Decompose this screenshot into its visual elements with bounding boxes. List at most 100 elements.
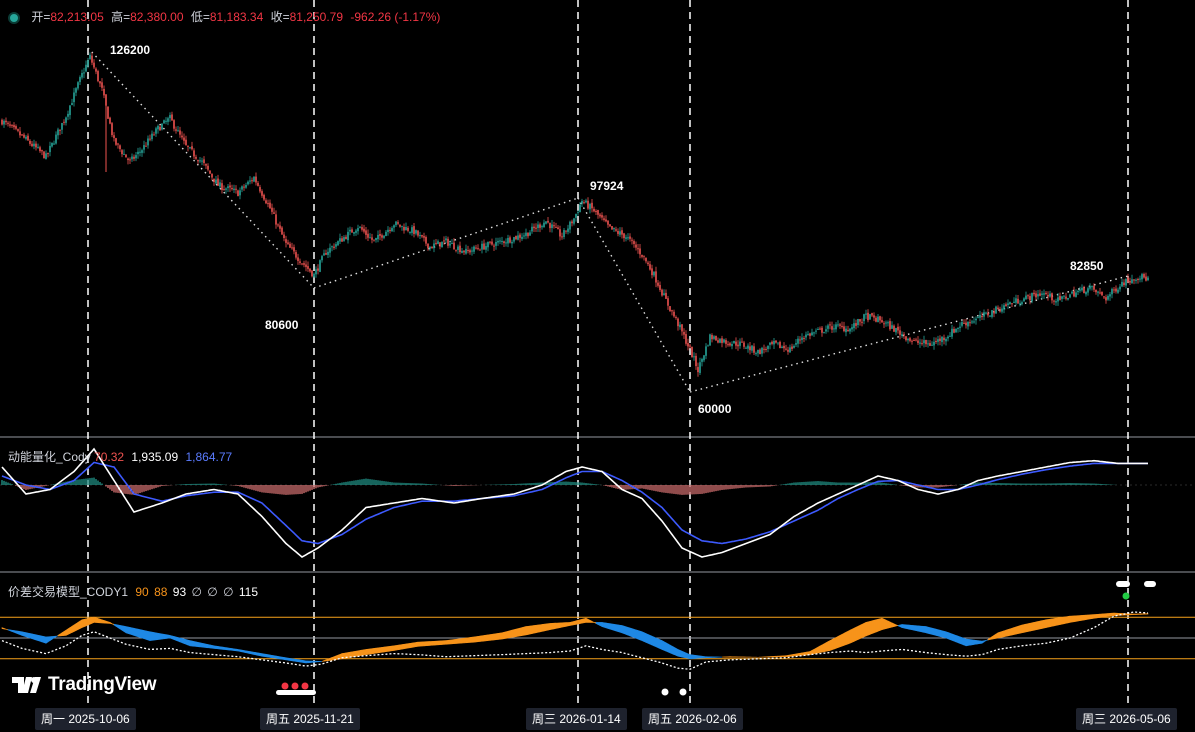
model-v6: ∅: [223, 585, 234, 599]
candle-body: [489, 241, 491, 243]
candle-body: [885, 322, 887, 324]
candle-body: [615, 229, 617, 231]
momentum-legend[interactable]: 动能量化_Cody 70.32 1,935.09 1,864.77: [8, 448, 232, 465]
candle-body: [411, 227, 413, 233]
candle-body: [89, 54, 91, 60]
candle-body: [23, 134, 25, 138]
candle-body: [675, 316, 677, 318]
candle-body: [1139, 278, 1141, 280]
candle-body: [497, 240, 499, 243]
candle-body: [849, 328, 851, 332]
candle-body: [631, 239, 633, 241]
candle-body: [475, 247, 477, 249]
candle-body: [971, 321, 973, 323]
candle-body: [395, 221, 397, 226]
candle-body: [155, 128, 157, 134]
candle-body: [501, 240, 503, 242]
candle-body: [31, 143, 33, 147]
candle-body: [553, 225, 555, 227]
candle-body: [373, 239, 375, 241]
high-value: 82,380.00: [130, 10, 184, 24]
candle-body: [41, 150, 43, 152]
candle-body: [351, 229, 353, 233]
candle-body: [203, 159, 205, 163]
candle-body: [167, 118, 169, 122]
candle-body: [141, 150, 143, 153]
candle-body: [65, 117, 67, 123]
candle-body: [851, 327, 853, 330]
candle-body: [773, 340, 775, 345]
candle-body: [191, 146, 193, 150]
candle-body: [303, 263, 305, 265]
candle-body: [297, 257, 299, 261]
candle-body: [69, 105, 71, 116]
trading-chart[interactable]: 126200 80600 97924 60000 82850: [0, 0, 1195, 732]
candle-body: [263, 194, 265, 200]
candle-body: [53, 143, 55, 145]
candle-body: [603, 218, 605, 220]
candle-body: [239, 190, 241, 196]
candle-body: [1143, 274, 1145, 278]
candle-body: [827, 325, 829, 329]
candle-body: [321, 256, 323, 261]
candle-body: [101, 82, 103, 88]
candle-body: [379, 234, 381, 236]
candle-body: [1003, 305, 1005, 310]
candle-body: [355, 230, 357, 233]
candle-body: [441, 241, 443, 248]
candle-body: [591, 202, 593, 209]
candle-body: [123, 153, 125, 155]
candle-body: [275, 214, 277, 225]
candle-body: [399, 224, 401, 227]
candle-body: [319, 260, 321, 272]
status-dot-icon[interactable]: [8, 11, 20, 24]
candle-body: [801, 337, 803, 340]
candle-body: [55, 134, 57, 144]
candle-body: [177, 130, 179, 132]
candle-body: [361, 227, 363, 230]
low-value: 81,183.34: [209, 10, 264, 24]
spread-fill: [591, 620, 595, 623]
candle-body: [839, 324, 841, 326]
signal-marker-2: [291, 682, 299, 690]
price-pane[interactable]: 126200 80600 97924 60000 82850: [1, 43, 1149, 416]
candle-body: [965, 322, 967, 326]
candle-body: [527, 232, 529, 237]
candle-body: [695, 355, 697, 367]
candle-body: [633, 241, 635, 244]
candle-body: [701, 359, 703, 362]
candle-body: [939, 338, 941, 342]
candle-body: [573, 218, 575, 224]
candle-body: [1121, 281, 1123, 287]
candle-body: [267, 203, 269, 205]
candle-body: [485, 246, 487, 250]
change-value: -962.26 (-1.17%): [350, 10, 441, 24]
candle-body: [1033, 292, 1035, 295]
candle-body: [1077, 290, 1079, 293]
candle-body: [337, 241, 339, 246]
spread-model-legend[interactable]: 价差交易模型_CODY1 90 88 93 ∅ ∅ ∅ 115: [8, 583, 258, 600]
candle-body: [131, 156, 133, 160]
momentum-pane[interactable]: [0, 447, 1195, 558]
date-label-1: 周一 2025-10-06: [35, 708, 136, 730]
tradingview-logo-text: TradingView: [48, 674, 157, 695]
candle-body: [207, 165, 209, 170]
candle-body: [825, 329, 827, 332]
candle-body: [597, 210, 599, 215]
candle-body: [859, 319, 861, 322]
candle-body: [995, 306, 997, 314]
candle-body: [841, 325, 843, 327]
candle-body: [1115, 288, 1117, 292]
candle-body: [1001, 308, 1003, 312]
candle-body: [137, 151, 139, 155]
candle-body: [531, 226, 533, 232]
candle-body: [479, 249, 481, 251]
candle-body: [159, 126, 161, 131]
candle-body: [245, 185, 247, 188]
candle-body: [87, 60, 89, 66]
momentum-v2: 1,935.09: [131, 450, 179, 464]
candle-body: [1093, 285, 1095, 290]
trendline-segment: [689, 275, 1129, 393]
candle-body: [447, 238, 449, 246]
candle-body: [875, 317, 877, 322]
